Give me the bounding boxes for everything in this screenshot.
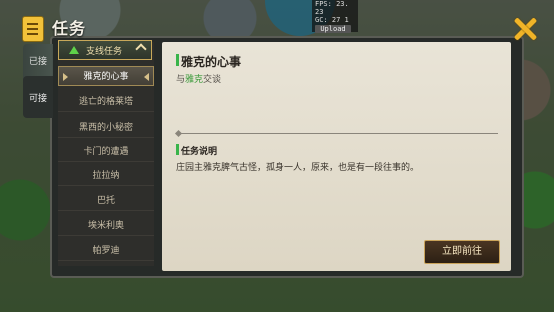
quest-item[interactable]: 拉拉纳	[58, 166, 154, 186]
section-divider	[176, 133, 498, 134]
section-accent-bar	[176, 144, 179, 155]
quest-item[interactable]: 黑西的小秘密	[58, 118, 154, 138]
upload-button[interactable]: Upload	[315, 25, 351, 33]
quest-title: 雅克的心事	[181, 55, 242, 69]
triangle-icon	[69, 46, 79, 54]
category-side-quests[interactable]: 支线任务	[58, 40, 152, 60]
gc-readout: GC: 27 1	[315, 16, 349, 24]
goal-target: 雅克	[185, 75, 204, 85]
category-label: 支线任务	[86, 47, 123, 57]
close-icon[interactable]	[512, 16, 538, 42]
quest-item[interactable]: 逃亡的格莱塔	[58, 92, 154, 112]
quest-item[interactable]: 巴托	[58, 191, 154, 211]
quest-description: 庄园主雅克脾气古怪，孤身一人，原来，也是有一段往事的。	[176, 163, 420, 173]
fps-readout: FPS: 23. 23	[315, 0, 349, 16]
title-accent-bar	[176, 54, 179, 66]
quest-scroll-icon	[22, 16, 44, 42]
quest-item[interactable]: 卡门的遭遇	[58, 142, 154, 162]
debug-overlay: FPS: 23. 23 GC: 27 1 Upload	[312, 0, 358, 33]
quest-item[interactable]: 埃米利奥	[58, 216, 154, 236]
quest-item[interactable]: 帕罗迪	[58, 241, 154, 261]
go-now-button[interactable]: 立即前往	[424, 240, 500, 264]
quest-item[interactable]: 雅克的心事	[58, 66, 154, 86]
window-title: 任务	[52, 19, 87, 38]
quest-goal: 与雅克交谈	[176, 75, 222, 85]
chevron-up-icon	[135, 43, 147, 55]
tab-available[interactable]: 可接	[23, 76, 53, 118]
section-title: 任务说明	[181, 147, 218, 157]
